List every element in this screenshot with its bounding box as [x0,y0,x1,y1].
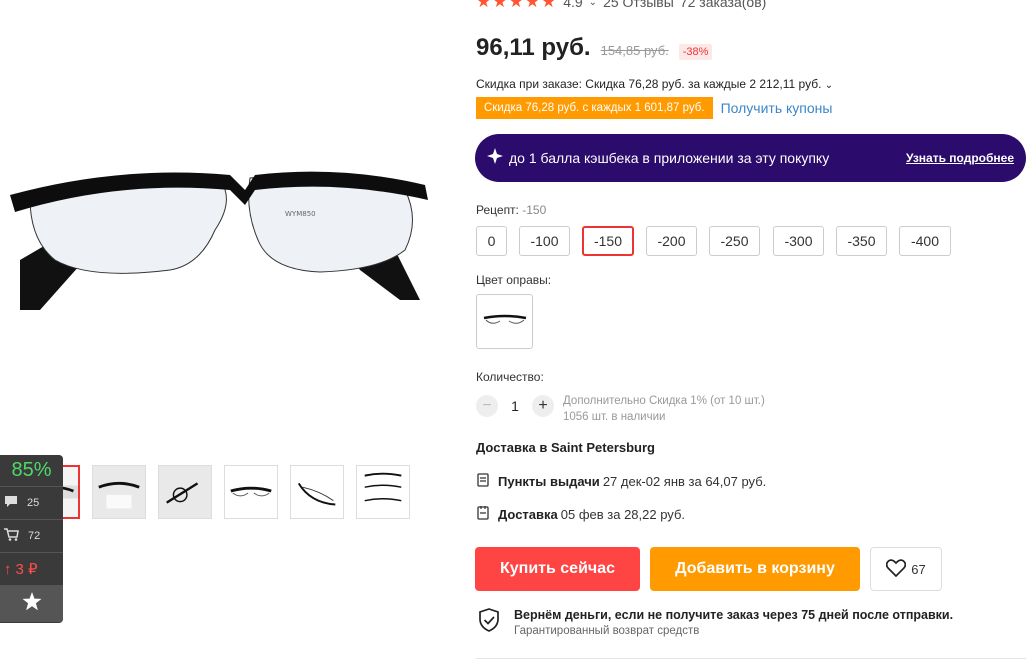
stock-text: 1056 шт. в наличии [563,411,666,423]
quantity-stepper: − 1 + [476,395,554,417]
star-icon [22,592,42,616]
coupon-row: Скидка 76,28 руб. с каждых 1 601,87 руб.… [476,97,832,119]
order-discount[interactable]: Скидка при заказе: Скидка 76,28 руб. за … [476,77,833,91]
thumbnail-3[interactable] [158,465,212,519]
cashback-banner[interactable]: до 1 балла кэшбека в приложении за эту п… [475,134,1026,182]
widget-price-change-value: 3 ₽ [15,561,38,578]
recipe-option[interactable]: -250 [709,226,760,256]
rating-stars-icon: ★★★★★ [476,0,558,11]
shield-check-icon [478,608,500,637]
wishlist-button[interactable]: 67 [870,547,942,591]
old-price: 154,85 руб. [600,43,669,58]
rating-score[interactable]: 4.9 [563,0,582,10]
current-price: 96,11 руб. [476,34,591,61]
thumbnail-2[interactable] [92,465,146,519]
reviews-link[interactable]: 25 Отзывы [603,0,674,10]
chevron-down-icon[interactable]: ⌄ [825,80,833,91]
price-row: 96,11 руб. 154,85 руб. -38% [476,34,713,62]
extra-discount-text: Дополнительно Скидка 1% (от 10 шт.) [563,395,765,407]
product-page: WYM850 85% 25 72 ↑ 3 ₽ ★★★★★ 4.9 ⌄ 25 От… [0,0,1026,660]
pickup-row[interactable]: Пункты выдачи 27 дек-02 янв за 64,07 руб… [476,473,766,490]
divider [476,658,1026,659]
delivery-icon [476,505,490,523]
quantity-increase-button[interactable]: + [532,395,554,417]
order-discount-text: Скидка при заказе: Скидка 76,28 руб. за … [476,77,822,91]
widget-comments-count: 25 [27,497,40,509]
buy-now-button[interactable]: Купить сейчас [475,547,640,591]
rating-row: ★★★★★ 4.9 ⌄ 25 Отзывы 72 заказа(ов) [476,0,766,12]
guarantee-title: Вернём деньги, если не получите заказ че… [514,608,954,622]
delivery-row[interactable]: Доставка 05 фев за 28,22 руб. [476,505,685,523]
cart-icon [4,528,19,544]
guarantee-subtitle: Гарантированный возврат средств [514,625,700,637]
thumbnail-5[interactable] [290,465,344,519]
frame-color-option[interactable] [476,294,533,349]
recipe-option[interactable]: -200 [646,226,697,256]
widget-cart[interactable]: 72 [0,520,63,553]
arrow-up-icon: ↑ [4,560,12,578]
cashback-icon [487,147,503,169]
thumbnail-6[interactable] [356,465,410,519]
widget-comments[interactable]: 25 [0,487,63,520]
cashback-details-link[interactable]: Узнать подробнее [906,151,1014,165]
shipping-title[interactable]: Доставка в Saint Petersburg [476,440,655,455]
get-coupons-link[interactable]: Получить купоны [721,100,833,116]
delivery-text: 05 фев за 28,22 руб. [560,506,685,522]
discount-badge: -38% [678,44,713,60]
add-to-cart-button[interactable]: Добавить в корзину [650,547,860,591]
chevron-down-icon[interactable]: ⌄ [589,0,597,8]
recipe-option[interactable]: -300 [773,226,824,256]
recipe-option[interactable]: 0 [476,226,507,256]
widget-price-change[interactable]: ↑ 3 ₽ [0,553,63,586]
wishlist-count: 67 [911,561,926,577]
svg-text:WYM850: WYM850 [285,210,316,218]
quantity-decrease-button[interactable]: − [476,395,498,417]
pickup-text: 27 дек-02 янв за 64,07 руб. [602,474,767,489]
coupon-badge: Скидка 76,28 руб. с каждых 1 601,87 руб. [476,97,713,119]
buyer-protection: Вернём деньги, если не получите заказ че… [478,608,953,637]
thumbnail-4[interactable] [224,465,278,519]
recipe-option[interactable]: -100 [519,226,570,256]
orders-count: 72 заказа(ов) [679,0,767,10]
heart-icon [886,558,907,580]
comment-icon [4,495,18,511]
recipe-option[interactable]: -350 [836,226,887,256]
recipe-label-text: Рецепт: [476,203,519,217]
widget-cart-count: 72 [28,530,41,542]
product-main-image[interactable]: WYM850 [0,120,440,350]
widget-favorite[interactable] [0,586,63,622]
delivery-label: Доставка [498,506,558,522]
pickup-point-icon [476,473,490,490]
quantity-label: Количество: [476,370,544,384]
frame-color-label: Цвет оправы: [476,273,552,287]
recipe-selected-value: -150 [522,203,547,217]
cashback-text: до 1 балла кэшбека в приложении за эту п… [509,150,830,166]
recipe-label: Рецепт: -150 [476,203,546,217]
recipe-option[interactable]: -400 [899,226,951,256]
quantity-info: Дополнительно Скидка 1% (от 10 шт.) 1056… [563,393,765,425]
widget-percent: 85% [0,455,63,487]
price-tracker-widget[interactable]: 85% 25 72 ↑ 3 ₽ [0,455,63,623]
pickup-label: Пункты выдачи [498,474,600,489]
recipe-option-selected[interactable]: -150 [582,226,634,256]
quantity-value[interactable]: 1 [498,398,532,414]
